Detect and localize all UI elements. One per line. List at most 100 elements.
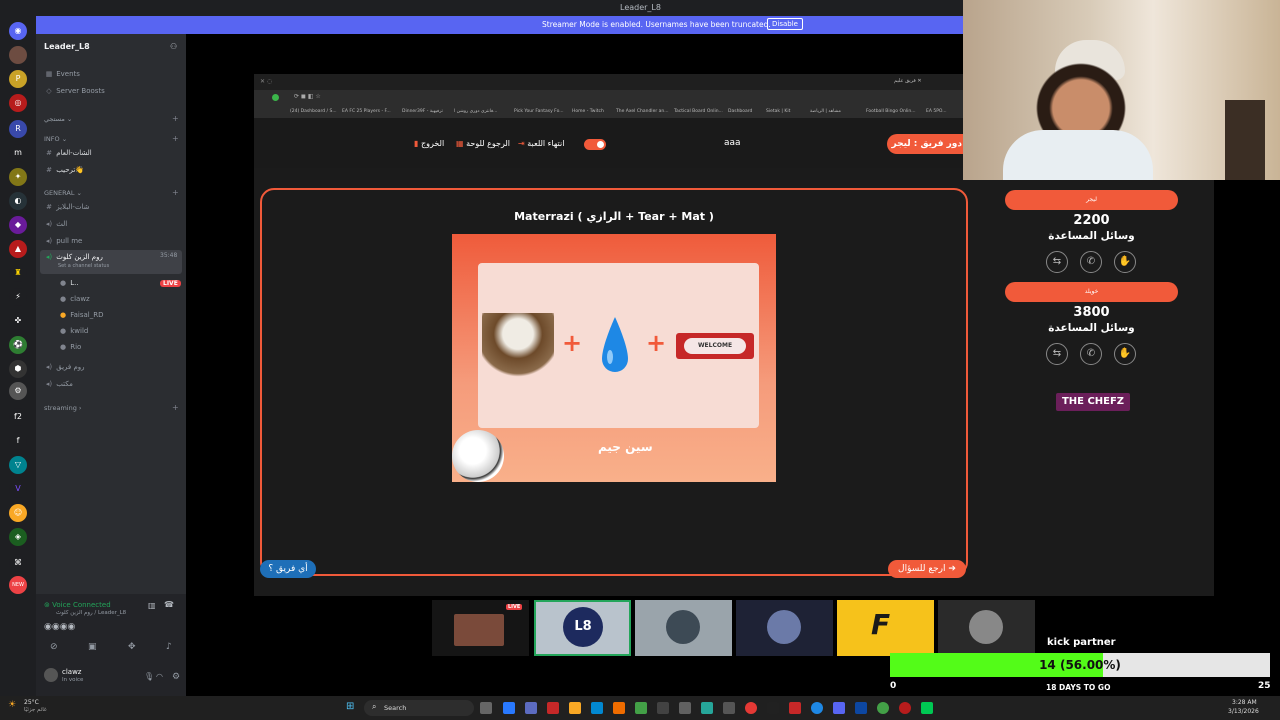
server-icon[interactable]: ▲: [9, 240, 27, 258]
swap-lifeline-icon[interactable]: ⇆: [1046, 343, 1068, 365]
extension-icon[interactable]: [272, 94, 279, 101]
bookmark[interactable]: مشاهد | الرياضة: [810, 109, 841, 114]
app-icon[interactable]: [789, 702, 801, 714]
server-icon[interactable]: ✜: [9, 312, 27, 330]
participant-tile[interactable]: L8: [534, 600, 631, 656]
discord-icon[interactable]: [833, 702, 845, 714]
store-icon[interactable]: [591, 702, 603, 714]
participant-tile[interactable]: LIVE: [432, 600, 529, 656]
task-view-icon[interactable]: [480, 702, 492, 714]
voice-channel-path[interactable]: روم الزين كلوث / Leader_L8: [56, 610, 126, 616]
bookmark[interactable]: Football Bingo Onlin...: [866, 109, 916, 114]
server-name[interactable]: Leader_L8: [44, 42, 90, 51]
server-icon[interactable]: ♜: [9, 264, 27, 282]
add-channel-icon[interactable]: +: [172, 188, 179, 197]
file-explorer-icon[interactable]: [569, 702, 581, 714]
camera-off-icon[interactable]: ⊘: [50, 642, 58, 652]
back-to-question-button[interactable]: ارجع للسؤال ➔: [888, 560, 966, 578]
menu-events[interactable]: ▦ Events: [44, 68, 80, 80]
server-icon[interactable]: ✦: [9, 168, 27, 186]
server-icon[interactable]: ◈: [9, 528, 27, 546]
edge-icon[interactable]: [811, 702, 823, 714]
avatar[interactable]: [44, 668, 58, 682]
clock-time[interactable]: 3:28 AM: [1232, 699, 1257, 706]
app-icon[interactable]: [899, 702, 911, 714]
participant-tile[interactable]: [635, 600, 732, 656]
server-icon[interactable]: ◐: [9, 192, 27, 210]
bookmark[interactable]: (24) Dashboard / S...: [290, 109, 337, 114]
activities-icon[interactable]: ✥: [128, 642, 136, 652]
voice-member[interactable]: ● L..: [58, 277, 79, 289]
app-icon[interactable]: [613, 702, 625, 714]
bookmark[interactable]: Tactical Board Onlin...: [674, 109, 723, 114]
signal-icon[interactable]: ▥: [148, 601, 156, 610]
bookmark[interactable]: Home - Twitch: [572, 109, 604, 114]
menu-server-boosts[interactable]: ◇ Server Boosts: [44, 85, 105, 97]
soundboard-icon[interactable]: ♪: [166, 642, 172, 652]
bookmark[interactable]: EA FC 25 Players - F...: [342, 109, 391, 114]
server-icon[interactable]: ⚙: [9, 382, 27, 400]
voice-channel[interactable]: ◂) مكتب: [44, 378, 73, 390]
app-icon[interactable]: [679, 702, 691, 714]
category-general[interactable]: GENERAL ⌄: [44, 189, 82, 197]
app-icon[interactable]: [723, 702, 735, 714]
server-icon[interactable]: [9, 46, 27, 64]
taskbar-search[interactable]: ⌕ Search: [364, 700, 474, 716]
nav-icons[interactable]: ⟳ ◼ ◧ ☆: [294, 93, 321, 100]
server-icon[interactable]: ☺: [9, 504, 27, 522]
call-lifeline-icon[interactable]: ✆: [1080, 343, 1102, 365]
call-lifeline-icon[interactable]: ✆: [1080, 251, 1102, 273]
channel-status[interactable]: Set a channel status: [58, 263, 109, 269]
add-channel-icon[interactable]: +: [172, 134, 179, 143]
screen-share-icon[interactable]: ▣: [88, 642, 97, 652]
add-channel-icon[interactable]: +: [172, 403, 179, 412]
app-icon[interactable]: [767, 702, 779, 714]
netflix-icon[interactable]: [547, 702, 559, 714]
timer-toggle[interactable]: [584, 139, 606, 150]
username[interactable]: clawz: [62, 668, 81, 676]
category-info[interactable]: INFO ⌄: [44, 135, 67, 143]
bookmark[interactable]: Sietak | Kit: [766, 109, 790, 114]
category-streaming[interactable]: streaming ›: [44, 404, 82, 412]
app-icon[interactable]: [855, 702, 867, 714]
weather-icon[interactable]: ☀: [8, 700, 16, 710]
bookmark[interactable]: EA 5PO...: [926, 109, 947, 114]
settings-gear-icon[interactable]: ⚙: [172, 672, 180, 682]
disconnect-icon[interactable]: ☎: [164, 600, 174, 609]
participant-tile[interactable]: F: [837, 600, 934, 656]
end-game-button[interactable]: ⇥ انتهاء اللعبة: [518, 139, 564, 148]
server-icon[interactable]: m: [9, 144, 27, 162]
bookmark[interactable]: The Axel Chandler an...: [616, 109, 669, 114]
bookmark[interactable]: Pick Your Fantasy Fo...: [514, 109, 564, 114]
category-header[interactable]: مستجي ⌄: [44, 115, 72, 123]
any-team-button[interactable]: أي فريق ؟: [260, 560, 316, 578]
spotify-icon[interactable]: [877, 702, 889, 714]
server-icon[interactable]: ⬢: [9, 360, 27, 378]
weather-desc[interactable]: غائم جزئيًا: [24, 707, 47, 713]
copilot-icon[interactable]: [503, 702, 515, 714]
server-icon[interactable]: ▽: [9, 456, 27, 474]
server-icon[interactable]: f: [9, 432, 27, 450]
server-icon[interactable]: ⚽: [9, 336, 27, 354]
text-channel[interactable]: # شات-البلايز: [44, 201, 89, 213]
chrome-icon[interactable]: [745, 702, 757, 714]
exit-button[interactable]: ▮ الخروج: [414, 139, 444, 148]
hand-lifeline-icon[interactable]: ✋: [1114, 343, 1136, 365]
text-channel[interactable]: # ترحيب👋: [44, 164, 84, 176]
browser-tab[interactable]: فريق عليم ✕: [894, 78, 922, 84]
voice-channel[interactable]: ◂) pull me: [44, 235, 82, 247]
headphones-icon[interactable]: ◠: [156, 672, 163, 681]
bookmark[interactable]: فانتزي دوري روشن ا...: [454, 109, 497, 114]
discord-home-icon[interactable]: ◉: [9, 22, 27, 40]
voice-member[interactable]: ● clawz: [58, 293, 90, 305]
new-server-badge[interactable]: NEW: [9, 576, 27, 594]
bookmark[interactable]: Dashboard: [728, 109, 752, 114]
server-icon[interactable]: ◎: [9, 94, 27, 112]
server-icon[interactable]: ⌘: [9, 554, 27, 572]
invite-icon[interactable]: ⚇: [170, 42, 177, 51]
participant-tile[interactable]: [736, 600, 833, 656]
app-icon[interactable]: [921, 702, 933, 714]
hand-lifeline-icon[interactable]: ✋: [1114, 251, 1136, 273]
participant-tile[interactable]: [938, 600, 1035, 656]
voice-member[interactable]: ● Faisal_RD: [58, 309, 104, 321]
